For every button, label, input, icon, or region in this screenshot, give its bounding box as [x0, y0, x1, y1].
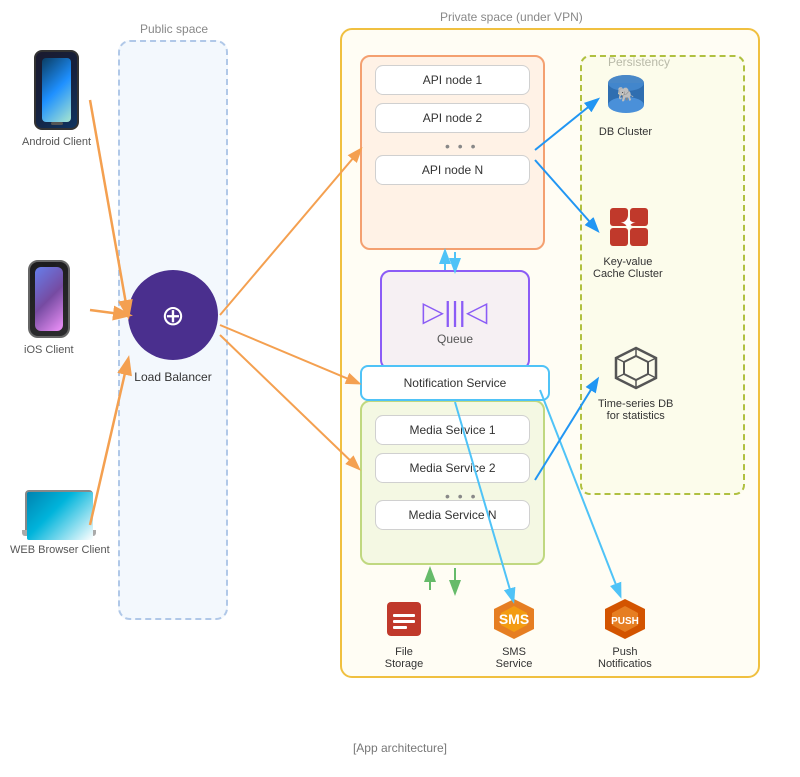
- timeseries-db-item: Time-series DB for statistics: [598, 340, 673, 422]
- svg-text:🐘: 🐘: [617, 86, 634, 102]
- file-storage-label: File Storage: [385, 646, 424, 670]
- sms-service-icon: SMS: [490, 595, 538, 643]
- svg-text:PUSH: PUSH: [611, 616, 639, 627]
- api-node-2-box: API node 2: [375, 103, 530, 133]
- db-cluster-icon: 🐘: [598, 68, 653, 123]
- cache-cluster-label: Key-value Cache Cluster: [593, 256, 663, 280]
- queue-icon: ▷|||◁: [423, 295, 488, 328]
- android-client: Android Client: [22, 50, 91, 148]
- media-service-1-box: Media Service 1: [375, 415, 530, 445]
- laptop-icon: [25, 490, 95, 540]
- load-balancer-label: Load Balancer: [108, 370, 238, 384]
- push-notifications-item: PUSH Push Notificatios: [598, 595, 652, 670]
- web-client-label: WEB Browser Client: [10, 544, 110, 556]
- api-nodes-ellipsis: • • •: [445, 138, 477, 154]
- queue-label: Queue: [437, 332, 473, 346]
- file-storage-icon: [380, 595, 428, 643]
- sms-service-item: SMS SMS Service: [490, 595, 538, 670]
- ios-client-label: iOS Client: [24, 344, 74, 356]
- db-cluster-item: 🐘 DB Cluster: [598, 68, 653, 138]
- ios-phone-icon: [28, 260, 70, 338]
- api-node-n-box: API node N: [375, 155, 530, 185]
- diagram-container: Public space Private space (under VPN) P…: [0, 0, 800, 760]
- push-notifications-icon: PUSH: [601, 595, 649, 643]
- notification-service-label: Notification Service: [404, 376, 507, 390]
- load-balancer-icon: ⊕: [128, 270, 218, 360]
- media-service-n-box: Media Service N: [375, 500, 530, 530]
- timeseries-db-icon: [608, 340, 663, 395]
- cache-cluster-icon: ✦: [600, 198, 655, 253]
- diagram-caption: [App architecture]: [0, 737, 800, 755]
- android-phone-icon: [34, 50, 79, 130]
- timeseries-db-label: Time-series DB for statistics: [598, 398, 673, 422]
- queue-box: ▷|||◁ Queue: [380, 270, 530, 370]
- lb-network-icon: ⊕: [161, 299, 184, 332]
- svg-text:SMS: SMS: [499, 611, 529, 627]
- cache-cluster-item: ✦ Key-value Cache Cluster: [593, 198, 663, 280]
- svg-text:✦: ✦: [619, 213, 636, 235]
- api-node-1-box: API node 1: [375, 65, 530, 95]
- public-space-label: Public space: [140, 22, 208, 36]
- ios-client: iOS Client: [24, 260, 74, 356]
- push-notifications-label: Push Notificatios: [598, 646, 652, 670]
- android-client-label: Android Client: [22, 136, 91, 148]
- db-cluster-label: DB Cluster: [599, 126, 652, 138]
- notification-service-box: Notification Service: [360, 365, 550, 401]
- file-storage-item: File Storage: [380, 595, 428, 670]
- media-service-2-box: Media Service 2: [375, 453, 530, 483]
- sms-service-label: SMS Service: [496, 646, 533, 670]
- private-space-label: Private space (under VPN): [440, 10, 583, 24]
- web-client: WEB Browser Client: [10, 490, 110, 556]
